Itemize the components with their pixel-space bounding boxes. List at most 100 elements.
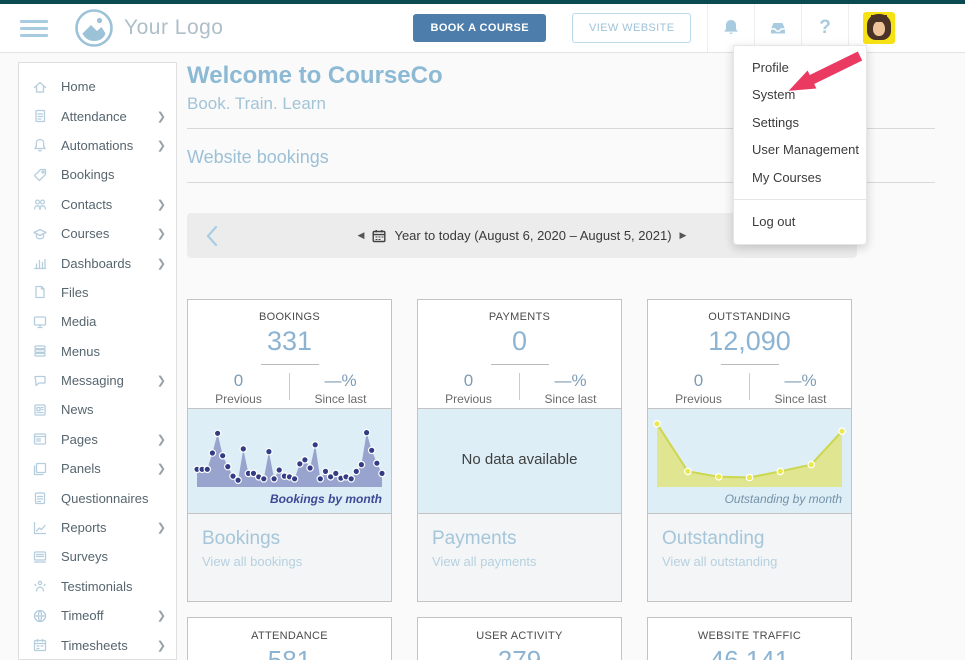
sidebar-item-attendance[interactable]: Attendance❯ <box>19 101 176 130</box>
book-a-course-button[interactable]: BOOK A COURSE <box>413 14 546 42</box>
chevron-right-icon: ❯ <box>157 139 166 152</box>
sidebar-item-courses[interactable]: Courses❯ <box>19 219 176 248</box>
sidebar-item-timesheets[interactable]: Timesheets❯ <box>19 630 176 659</box>
card-footer: Bookings View all bookings <box>188 514 391 601</box>
card-chart-area: Outstanding by month <box>648 408 851 514</box>
sidebar-item-reports[interactable]: Reports❯ <box>19 513 176 542</box>
sidebar-item-menus[interactable]: Menus <box>19 337 176 366</box>
user-avatar[interactable] <box>863 12 895 44</box>
card-title: BOOKINGS <box>188 311 391 323</box>
sidebar-item-label: Panels <box>61 461 157 476</box>
next-range-icon[interactable]: ▶ <box>680 230 687 241</box>
menu-item-log-out[interactable]: Log out <box>734 200 866 244</box>
attendance-card: ATTENDANCE 581 <box>187 617 392 660</box>
card-title: WEBSITE TRAFFIC <box>648 630 851 642</box>
attendance-icon <box>32 108 49 125</box>
menu-item-my-courses[interactable]: My Courses <box>734 164 866 191</box>
sidebar-item-label: Contacts <box>61 197 157 212</box>
card-value: 279 <box>418 645 621 660</box>
chevron-right-icon: ❯ <box>157 227 166 240</box>
card-value: 0 <box>418 326 621 357</box>
footer-title-link[interactable]: Outstanding <box>662 528 851 550</box>
bookings-icon <box>32 166 49 183</box>
sidebar-item-label: Media <box>61 314 166 329</box>
sidebar-item-automations[interactable]: Automations❯ <box>19 131 176 160</box>
sidebar-item-panels[interactable]: Panels❯ <box>19 454 176 483</box>
sidebar-item-label: Courses <box>61 226 157 241</box>
sidebar-item-contacts[interactable]: Contacts❯ <box>19 190 176 219</box>
menu-item-system[interactable]: System <box>734 81 866 108</box>
outstanding-card: OUTSTANDING 12,090 0 Previous —% Since l… <box>647 299 852 602</box>
chevron-right-icon: ❯ <box>157 198 166 211</box>
sidebar-item-dashboards[interactable]: Dashboards❯ <box>19 248 176 277</box>
sidebar-item-label: Messaging <box>61 373 157 388</box>
sidebar-item-files[interactable]: Files <box>19 278 176 307</box>
sidebar-item-messaging[interactable]: Messaging❯ <box>19 366 176 395</box>
chart-caption: Bookings by month <box>270 492 382 506</box>
chevron-right-icon: ❯ <box>157 374 166 387</box>
sidebar-item-label: Files <box>61 285 166 300</box>
user-activity-card: USER ACTIVITY 279 <box>417 617 622 660</box>
card-value: 581 <box>188 645 391 660</box>
chevron-right-icon: ❯ <box>157 257 166 270</box>
card-stats: BOOKINGS 331 0 Previous —% Since last <box>188 300 391 408</box>
prev-range-icon[interactable]: ◀ <box>358 230 365 241</box>
card-title: USER ACTIVITY <box>418 630 621 642</box>
payments-card: PAYMENTS 0 0 Previous —% Since last No d… <box>417 299 622 602</box>
view-all-link[interactable]: View all bookings <box>202 554 391 569</box>
card-footer: Outstanding View all outstanding <box>648 514 851 601</box>
sidebar-item-home[interactable]: Home <box>19 72 176 101</box>
hamburger-menu-icon[interactable] <box>20 16 48 41</box>
since-last-stat: —% Since last <box>290 371 391 406</box>
files-icon <box>32 284 49 301</box>
date-range-label[interactable]: Year to today (August 6, 2020 – August 5… <box>394 228 671 243</box>
divider <box>491 364 549 365</box>
view-website-button[interactable]: VIEW WEBSITE <box>572 13 691 43</box>
chevron-right-icon: ❯ <box>157 639 166 652</box>
website-traffic-card: WEBSITE TRAFFIC 46,141 <box>647 617 852 660</box>
sidebar-nav: HomeAttendance❯Automations❯BookingsConta… <box>18 62 177 660</box>
card-title: ATTENDANCE <box>188 630 391 642</box>
home-icon <box>32 78 49 95</box>
footer-title-link[interactable]: Payments <box>432 528 621 550</box>
sidebar-item-media[interactable]: Media <box>19 307 176 336</box>
stats-cards-row: BOOKINGS 331 0 Previous —% Since last Bo… <box>187 299 935 602</box>
reports-icon <box>32 519 49 536</box>
sidebar-item-pages[interactable]: Pages❯ <box>19 425 176 454</box>
menu-item-user-management[interactable]: User Management <box>734 136 866 163</box>
card-value: 46,141 <box>648 645 851 660</box>
divider <box>261 364 319 365</box>
footer-title-link[interactable]: Bookings <box>202 528 391 550</box>
panels-icon <box>32 460 49 477</box>
sidebar-item-timeoff[interactable]: Timeoff❯ <box>19 601 176 630</box>
calendar-icon <box>372 229 386 243</box>
timeoff-icon <box>32 607 49 624</box>
sidebar-item-label: Bookings <box>61 167 166 182</box>
sidebar-item-label: News <box>61 402 166 417</box>
dashboards-icon <box>32 255 49 272</box>
menu-item-settings[interactable]: Settings <box>734 109 866 136</box>
sidebar-item-questionnaires[interactable]: Questionnaires <box>19 483 176 512</box>
view-all-link[interactable]: View all outstanding <box>662 554 851 569</box>
pages-icon <box>32 431 49 448</box>
view-all-link[interactable]: View all payments <box>432 554 621 569</box>
chevron-right-icon: ❯ <box>157 521 166 534</box>
sidebar-item-label: Timeoff <box>61 608 157 623</box>
sidebar-item-label: Dashboards <box>61 256 157 271</box>
sidebar-item-testimonials[interactable]: Testimonials <box>19 572 176 601</box>
sidebar-item-bookings[interactable]: Bookings <box>19 160 176 189</box>
menu-item-profile[interactable]: Profile <box>734 54 866 81</box>
messaging-icon <box>32 372 49 389</box>
chevron-right-icon: ❯ <box>157 462 166 475</box>
timesheets-icon <box>32 637 49 654</box>
card-value: 331 <box>188 326 391 357</box>
previous-stat: 0 Previous <box>648 371 749 406</box>
logo-image-icon <box>74 8 114 48</box>
sidebar-item-news[interactable]: News <box>19 395 176 424</box>
sidebar-item-label: Automations <box>61 138 157 153</box>
bookings-card: BOOKINGS 331 0 Previous —% Since last Bo… <box>187 299 392 602</box>
card-chart-area: No data available <box>418 408 621 514</box>
user-dropdown-menu: ProfileSystemSettingsUser ManagementMy C… <box>733 45 867 245</box>
news-icon <box>32 401 49 418</box>
sidebar-item-surveys[interactable]: Surveys <box>19 542 176 571</box>
